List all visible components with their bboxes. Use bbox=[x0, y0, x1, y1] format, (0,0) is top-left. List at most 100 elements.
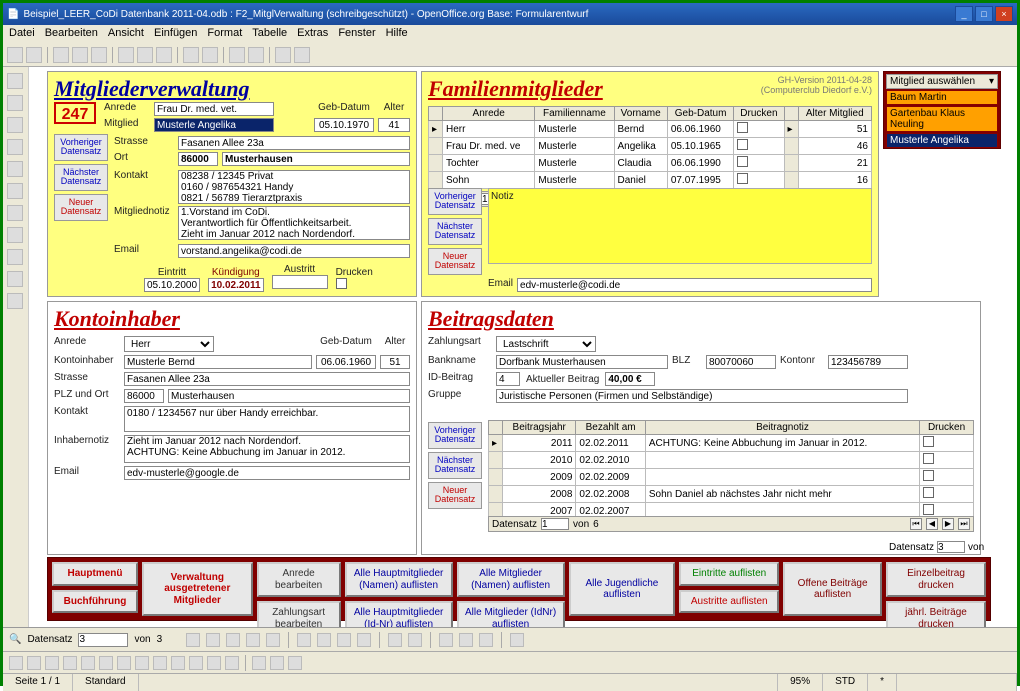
toolbar-copy-icon[interactable] bbox=[137, 47, 153, 63]
bd-gruppe-field[interactable]: Juristische Personen (Firmen und Selbstä… bbox=[496, 389, 908, 403]
ki-alter-field[interactable]: 51 bbox=[380, 355, 410, 369]
ki-plz-field[interactable]: 86000 bbox=[124, 389, 164, 403]
field-email[interactable]: vorstand.angelika@codi.de bbox=[178, 244, 410, 258]
nav-first-icon[interactable]: ⏮ bbox=[910, 518, 922, 530]
jugendliche-button[interactable]: Alle Jugendliche auflisten bbox=[569, 562, 676, 616]
prev-record-button[interactable]: Vorheriger Datensatz bbox=[54, 134, 108, 161]
hauptmitglieder-namen-button[interactable]: Alle Hauptmitglieder (Namen) auflisten bbox=[345, 562, 453, 597]
field-eintritt[interactable]: 05.10.2000 bbox=[144, 278, 200, 292]
bd-prev-button[interactable]: Vorheriger Datensatz bbox=[428, 422, 482, 449]
undo-record-icon[interactable] bbox=[317, 633, 331, 647]
autofilter-icon[interactable] bbox=[439, 633, 453, 647]
ki-anrede-select[interactable]: Herr bbox=[124, 336, 214, 352]
bd-bankname-field[interactable]: Dorfbank Musterhausen bbox=[496, 355, 668, 369]
menu-tabelle[interactable]: Tabelle bbox=[252, 27, 287, 41]
field-plz[interactable]: 86000 bbox=[178, 152, 218, 166]
side-header[interactable]: Mitglied auswählen bbox=[890, 76, 975, 87]
field-alter[interactable]: 41 bbox=[378, 118, 410, 132]
ki-geb-field[interactable]: 06.06.1960 bbox=[316, 355, 376, 369]
fm-next-button[interactable]: Nächster Datensatz bbox=[428, 218, 482, 245]
close-button[interactable]: × bbox=[995, 6, 1013, 22]
field-kuendigung[interactable]: 10.02.2011 bbox=[208, 278, 264, 292]
fm-new-button[interactable]: Neuer Datensatz bbox=[428, 248, 482, 275]
toolbar-redo-icon[interactable] bbox=[202, 47, 218, 63]
mitglieder-namen-button[interactable]: Alle Mitglieder (Namen) auflisten bbox=[457, 562, 565, 597]
familien-table[interactable]: Anrede Familienname Vorname Geb-Datum Dr… bbox=[428, 106, 872, 189]
draw-star-icon[interactable] bbox=[207, 656, 221, 670]
side-item[interactable]: Baum Martin bbox=[886, 90, 998, 105]
draw-flowchart-icon[interactable] bbox=[189, 656, 203, 670]
col-drucken[interactable]: Drucken bbox=[734, 107, 784, 121]
ki-strasse-field[interactable]: Fasanen Allee 23a bbox=[124, 372, 410, 386]
bd-new-button[interactable]: Neuer Datensatz bbox=[428, 482, 482, 509]
menu-hilfe[interactable]: Hilfe bbox=[386, 27, 408, 41]
draw-select-icon[interactable] bbox=[9, 656, 23, 670]
fm-field-email[interactable]: edv-musterle@codi.de bbox=[517, 278, 872, 292]
delete-record-icon[interactable] bbox=[337, 633, 351, 647]
toolbar-cut-icon[interactable] bbox=[118, 47, 134, 63]
toolbar-export-icon[interactable] bbox=[72, 47, 88, 63]
verwaltung-ausgetreten-button[interactable]: Verwaltung ausgetretener Mitglieder bbox=[142, 562, 253, 616]
ki-ort-field[interactable]: Musterhausen bbox=[168, 389, 410, 403]
col-vorname[interactable]: Vorname bbox=[614, 107, 667, 121]
sort-icon[interactable]: ▾ bbox=[989, 76, 994, 87]
zahlungsart-bearbeiten-button[interactable]: Zahlungsart bearbeiten bbox=[257, 601, 341, 627]
bd-kontonr-field[interactable]: 123456789 bbox=[828, 355, 908, 369]
tool-more-icon[interactable] bbox=[7, 293, 23, 309]
new-record-button[interactable]: Neuer Datensatz bbox=[54, 194, 108, 221]
bd-blz-field[interactable]: 80070060 bbox=[706, 355, 776, 369]
remove-filter-icon[interactable] bbox=[479, 633, 493, 647]
tool-image-icon[interactable] bbox=[7, 271, 23, 287]
from-file-icon[interactable] bbox=[270, 656, 284, 670]
bottom-recpos-input[interactable] bbox=[78, 633, 128, 647]
toolbar-nav-icon[interactable] bbox=[248, 47, 264, 63]
anrede-bearbeiten-button[interactable]: Anrede bearbeiten bbox=[257, 562, 341, 597]
outer-recpos-input[interactable] bbox=[937, 541, 965, 553]
datasource-icon[interactable] bbox=[510, 633, 524, 647]
toolbar-form-icon[interactable] bbox=[275, 47, 291, 63]
toolbar-print-icon[interactable] bbox=[91, 47, 107, 63]
draw-arrow-icon[interactable] bbox=[171, 656, 185, 670]
eintritte-button[interactable]: Eintritte auflisten bbox=[679, 562, 779, 586]
menu-format[interactable]: Format bbox=[207, 27, 242, 41]
bd-idbeitrag-field[interactable]: 4 bbox=[496, 372, 520, 386]
tool-combo-icon[interactable] bbox=[7, 249, 23, 265]
field-gebdatum[interactable]: 05.10.1970 bbox=[314, 118, 374, 132]
tool-label-icon[interactable] bbox=[7, 117, 23, 133]
extrusion-icon[interactable] bbox=[288, 656, 302, 670]
nav-next-icon[interactable] bbox=[226, 633, 240, 647]
sort-asc-icon[interactable] bbox=[388, 633, 402, 647]
ki-notiz-field[interactable]: Zieht im Januar 2012 nach Nordendorf. AC… bbox=[124, 435, 410, 463]
side-item[interactable]: Gartenbau Klaus Neuling bbox=[886, 106, 998, 132]
draw-freeform-icon[interactable] bbox=[81, 656, 95, 670]
menu-ansicht[interactable]: Ansicht bbox=[108, 27, 144, 41]
save-record-icon[interactable] bbox=[297, 633, 311, 647]
fm-notiz-area[interactable]: Notiz bbox=[488, 188, 872, 264]
menu-datei[interactable]: Datei bbox=[9, 27, 35, 41]
nav-first-icon[interactable] bbox=[186, 633, 200, 647]
offene-beitraege-button[interactable]: Offene Beiträge auflisten bbox=[783, 562, 882, 616]
ki-email-field[interactable]: edv-musterle@google.de bbox=[124, 466, 410, 480]
status-zoom[interactable]: 95% bbox=[778, 674, 823, 691]
hauptmitglieder-id-button[interactable]: Alle Hauptmitglieder (Id-Nr) auflisten bbox=[345, 601, 453, 627]
mitglieder-id-button[interactable]: Alle Mitglieder (IdNr) auflisten bbox=[457, 601, 565, 627]
next-record-button[interactable]: Nächster Datensatz bbox=[54, 164, 108, 191]
draw-callout-icon[interactable] bbox=[117, 656, 131, 670]
bd-zahlungsart-select[interactable]: Lastschrift bbox=[496, 336, 596, 352]
ki-kontakt-field[interactable]: 0180 / 1234567 nur über Handy erreichbar… bbox=[124, 406, 410, 432]
draw-ellipse-icon[interactable] bbox=[63, 656, 77, 670]
hauptmenu-button[interactable]: Hauptmenü bbox=[52, 562, 138, 586]
menu-extras[interactable]: Extras bbox=[297, 27, 328, 41]
bd-aktueller-field[interactable]: 40,00 € bbox=[605, 372, 655, 386]
checkbox-drucken[interactable] bbox=[336, 278, 347, 289]
tool-select-icon[interactable] bbox=[7, 95, 23, 111]
austritte-button[interactable]: Austritte auflisten bbox=[679, 590, 779, 614]
tool-button-icon[interactable] bbox=[7, 161, 23, 177]
nav-last-icon[interactable] bbox=[246, 633, 260, 647]
nav-prev-icon[interactable]: ◀ bbox=[926, 518, 938, 530]
toolbar-edit-icon[interactable] bbox=[53, 47, 69, 63]
draw-symbol-icon[interactable] bbox=[153, 656, 167, 670]
toolbar-icon[interactable] bbox=[7, 47, 23, 63]
menu-einfuegen[interactable]: Einfügen bbox=[154, 27, 197, 41]
toolbar-design-icon[interactable] bbox=[294, 47, 310, 63]
